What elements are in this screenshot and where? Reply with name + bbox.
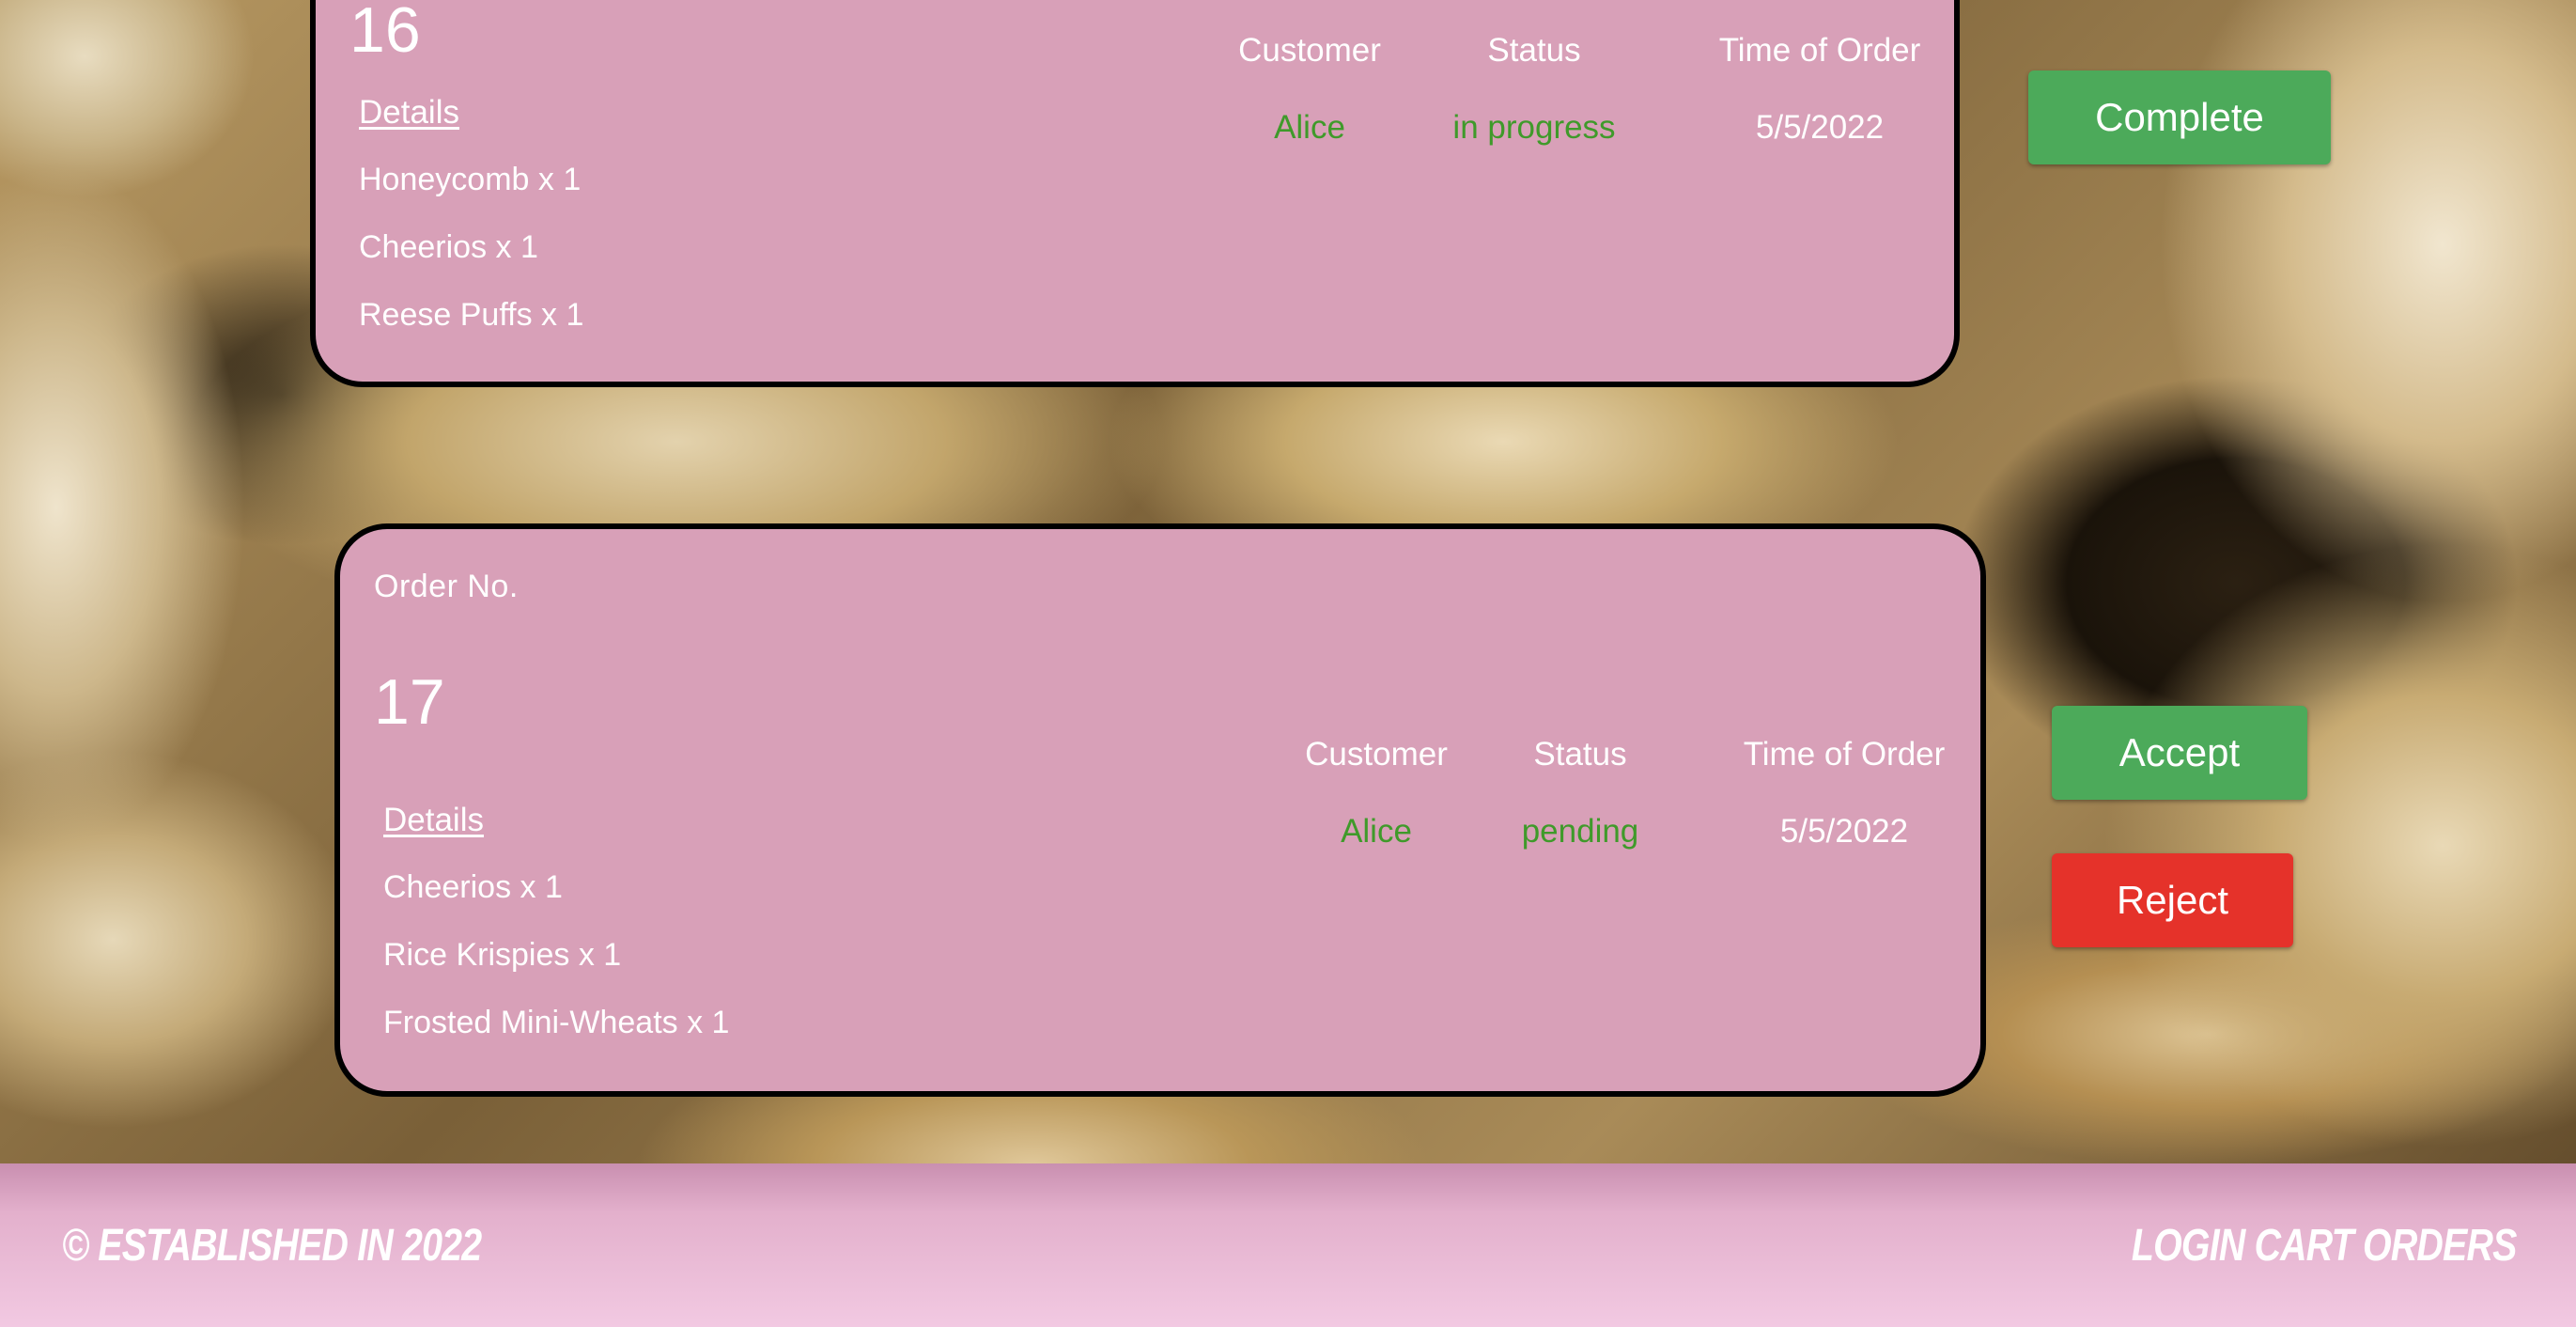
footer-link-cart[interactable]: Cart: [2254, 1221, 2353, 1271]
status-header: Status: [1487, 32, 1581, 69]
order-item: Cheerios x 1: [383, 869, 563, 905]
details-link[interactable]: Details: [359, 94, 459, 132]
status-column: Status pending: [1522, 736, 1639, 850]
customer-column: Customer Alice: [1238, 32, 1381, 146]
customer-value: Alice: [1341, 813, 1412, 850]
status-value: in progress: [1452, 109, 1616, 146]
order-details: Details Honeycomb x 1 Cheerios x 1 Reese…: [359, 94, 583, 363]
footer-link-login[interactable]: Login: [2131, 1221, 2244, 1271]
order-number: 16: [349, 0, 421, 66]
status-value: pending: [1521, 813, 1639, 850]
time-value: 5/5/2022: [1755, 109, 1885, 146]
accept-button[interactable]: Accept: [2052, 706, 2307, 800]
footer-copyright: © Established in 2022: [62, 1221, 482, 1271]
order-item: Cheerios x 1: [359, 229, 538, 265]
time-column: Time of Order 5/5/2022: [1718, 32, 1921, 146]
status-column: Status in progress: [1452, 32, 1615, 146]
complete-button[interactable]: Complete: [2028, 70, 2331, 164]
order-item: Rice Krispies x 1: [383, 937, 622, 973]
order-number: 17: [374, 666, 445, 738]
status-header: Status: [1533, 736, 1627, 773]
customer-header: Customer: [1238, 32, 1381, 69]
footer-link-orders[interactable]: Orders: [2363, 1221, 2517, 1271]
reject-button[interactable]: Reject: [2052, 853, 2293, 947]
order-details: Details Cheerios x 1 Rice Krispies x 1 F…: [383, 802, 729, 1070]
order-card: 16 Details Honeycomb x 1 Cheerios x 1 Re…: [310, 0, 1960, 387]
details-link[interactable]: Details: [383, 802, 484, 839]
time-value: 5/5/2022: [1779, 813, 1909, 850]
footer: © Established in 2022 Login Cart Orders: [0, 1163, 2576, 1327]
order-item: Frosted Mini-Wheats x 1: [383, 1005, 730, 1040]
customer-value: Alice: [1274, 109, 1345, 146]
order-label: Order No.: [374, 569, 519, 604]
time-column: Time of Order 5/5/2022: [1743, 736, 1946, 850]
order-item: Reese Puffs x 1: [359, 297, 584, 333]
time-header: Time of Order: [1743, 736, 1946, 773]
order-card: Order No. 17 Details Cheerios x 1 Rice K…: [334, 523, 1986, 1097]
customer-header: Customer: [1305, 736, 1448, 773]
customer-column: Customer Alice: [1305, 736, 1448, 850]
time-header: Time of Order: [1718, 32, 1921, 69]
order-item: Honeycomb x 1: [359, 162, 582, 197]
footer-nav: Login Cart Orders: [2131, 1220, 2516, 1272]
